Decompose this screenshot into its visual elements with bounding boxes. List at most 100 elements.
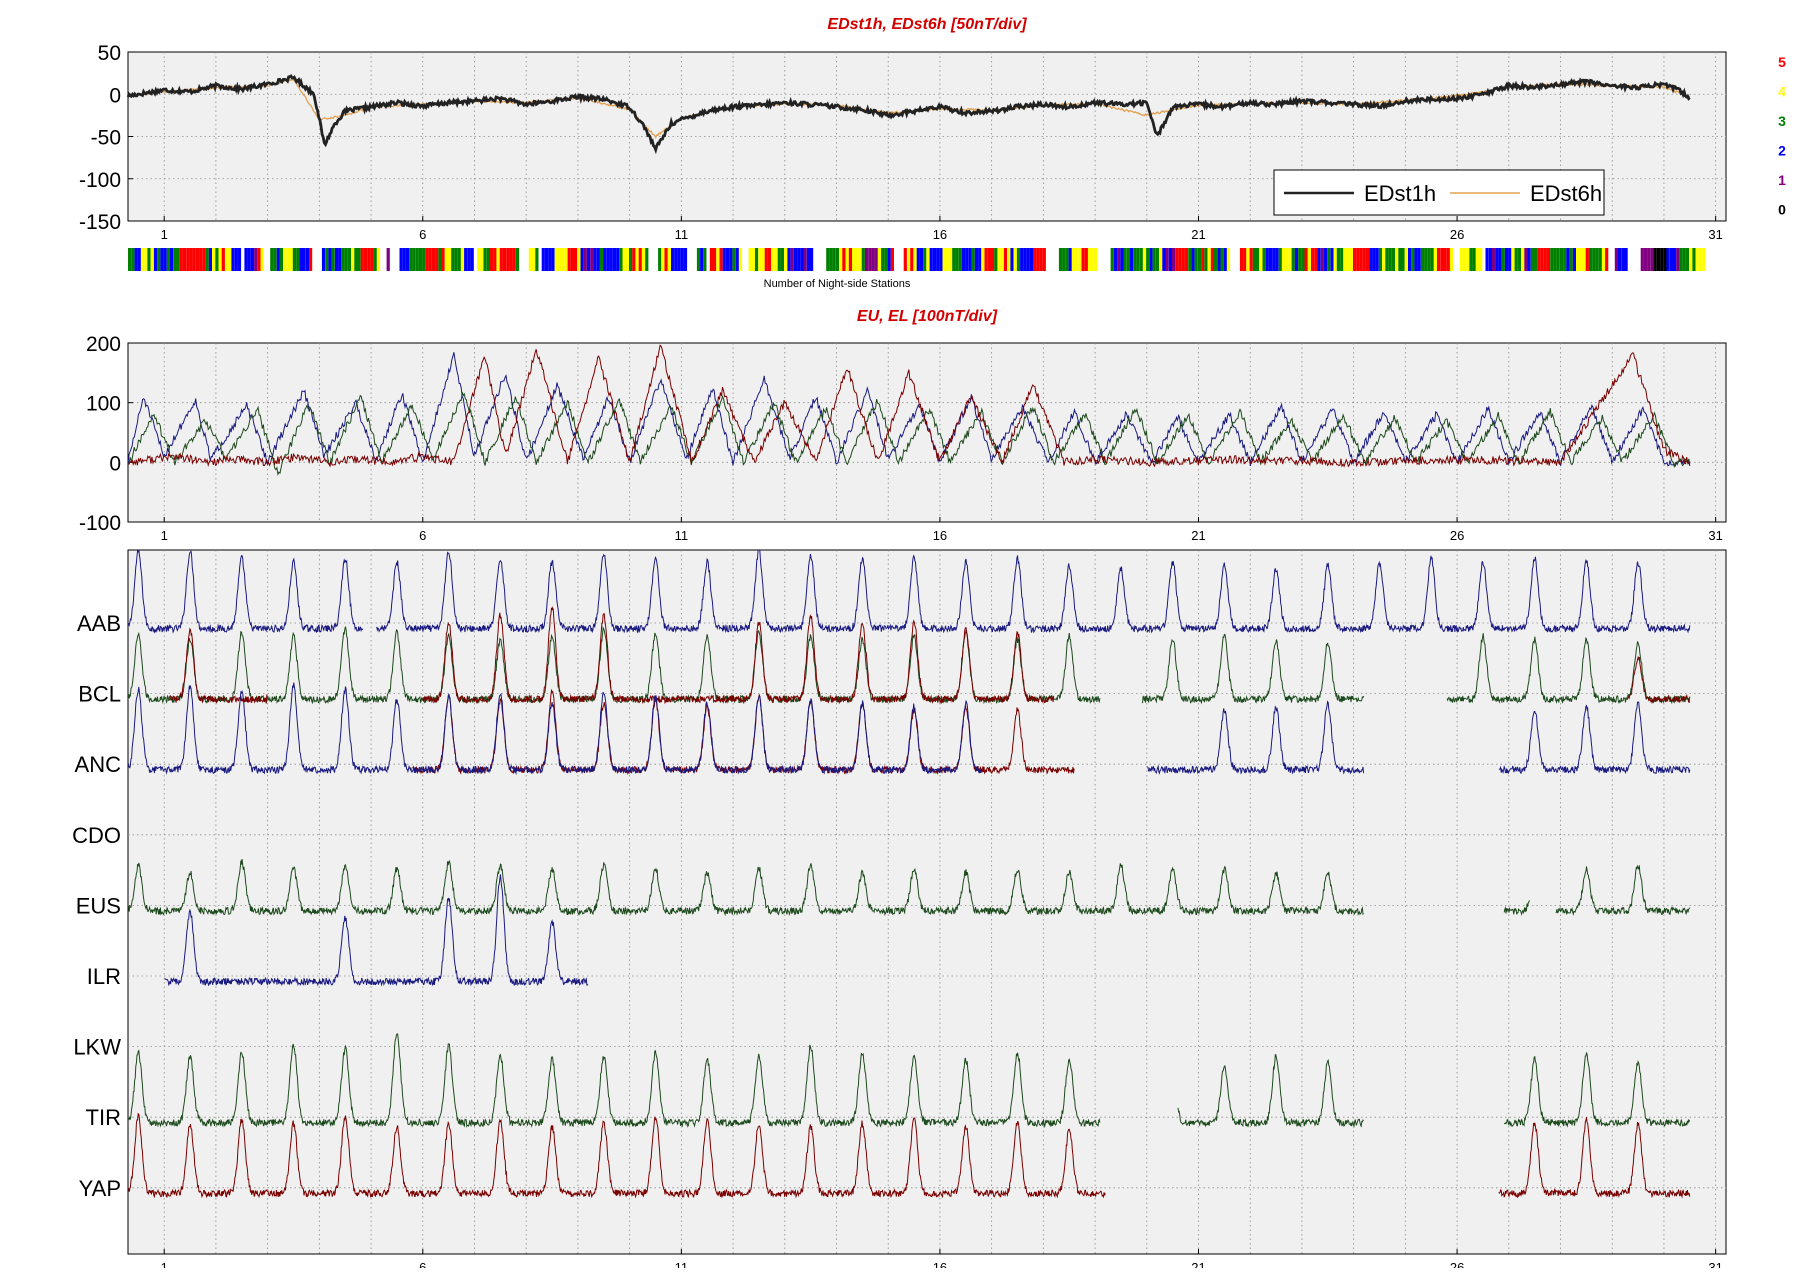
station-count-cell [422, 248, 426, 271]
station-count-cell [570, 248, 574, 271]
station-label: LKW [73, 1035, 121, 1060]
station-count-legend-2: 2 [1778, 143, 1786, 159]
station-count-cell [1343, 248, 1347, 271]
station-count-cell [1010, 248, 1014, 271]
legend-label-edst1h: EDst1h [1364, 181, 1436, 206]
station-count-cell [548, 248, 552, 271]
station-count-cell [1472, 248, 1476, 271]
station-count-cell [751, 248, 755, 271]
chart-svg: EDst1h, EDst6h [50nT/div]1 6 11 16 21 26 31500… [72, 16, 1786, 1273]
x-tick-label: 26 [1450, 528, 1464, 543]
station-count-cell [1640, 248, 1644, 271]
station-count-cell [1346, 248, 1350, 271]
station-count-cell [1162, 248, 1166, 271]
station-count-cell [1653, 248, 1657, 271]
station-count-cell [137, 248, 141, 271]
station-count-cell [535, 248, 539, 271]
station-count-cell [150, 248, 154, 271]
station-count-cell [1582, 248, 1586, 271]
station-count-cell [1165, 248, 1169, 271]
station-count-cell [1094, 248, 1098, 271]
station-count-cell [1191, 248, 1195, 271]
station-count-cell [257, 248, 261, 271]
station-count-cell [1398, 248, 1402, 271]
station-count-cell [664, 248, 668, 271]
station-count-cell [658, 248, 662, 271]
station-count-cell [1624, 248, 1628, 271]
station-count-cell [864, 248, 869, 271]
station-count-cell [1226, 248, 1231, 271]
station-label: ILR [87, 964, 121, 989]
station-count-cell [1692, 248, 1696, 271]
station-count-cell [913, 248, 917, 271]
station-count-cell [671, 248, 675, 271]
station-count-cell [1585, 248, 1589, 271]
stations-plot-area [127, 549, 1727, 1255]
station-count-cell [244, 248, 248, 271]
station-count-cell [305, 248, 309, 271]
station-count-cell [528, 248, 532, 271]
station-count-cell [234, 248, 238, 271]
station-count-cell [247, 248, 251, 271]
station-count-cell [1201, 248, 1205, 271]
station-count-cell [987, 248, 991, 271]
station-count-cell [1168, 248, 1172, 271]
station-count-cell [1311, 248, 1315, 271]
station-count-cell [493, 248, 497, 271]
station-count-cell [451, 248, 455, 271]
station-count-cell [1336, 248, 1340, 271]
station-count-cell [1498, 248, 1502, 271]
station-count-cell [1504, 248, 1509, 271]
station-count-cell [406, 248, 410, 271]
station-count-cell [496, 248, 500, 271]
station-count-cell [1385, 248, 1389, 271]
station-count-cell [810, 248, 814, 271]
station-count-cell [292, 248, 296, 271]
station-count-cell [945, 248, 949, 271]
station-count-cell [1298, 248, 1302, 271]
station-count-cell [412, 248, 416, 271]
station-count-cell [955, 248, 959, 271]
station-count-cell [435, 248, 439, 271]
station-count-cell [1065, 248, 1069, 271]
station-count-cell [228, 248, 232, 271]
station-count-cell [483, 248, 487, 271]
station-count-cell [515, 248, 520, 271]
station-count-cell [932, 248, 936, 271]
station-count-cell [590, 248, 594, 271]
station-count-cell [334, 248, 339, 271]
station-count-cell [1676, 248, 1680, 271]
station-count-cell [270, 248, 274, 271]
station-count-cell [593, 248, 597, 271]
station-count-cell [1685, 248, 1690, 271]
station-count-cell [1301, 248, 1305, 271]
station-count-cell [1262, 248, 1266, 271]
station-count-cell [532, 248, 536, 271]
station-count-cell [800, 248, 804, 271]
edst-legend: EDst1h EDst6h [1273, 169, 1605, 216]
station-count-cell [182, 248, 187, 271]
station-count-cell [1469, 248, 1473, 271]
station-count-cell [1621, 248, 1625, 271]
station-count-cell [1689, 248, 1693, 271]
station-count-cell [402, 248, 406, 271]
station-count-cell [577, 248, 581, 271]
station-count-cell [464, 248, 468, 271]
station-count-cell [221, 248, 225, 271]
station-count-cell [1356, 248, 1360, 271]
station-count-cell [289, 248, 293, 271]
station-count-cell [302, 248, 306, 271]
station-count-cell [1058, 248, 1063, 271]
station-count-cell [677, 248, 681, 271]
station-count-cell [254, 248, 258, 271]
station-count-cell [784, 248, 788, 271]
station-count-cell [632, 248, 636, 271]
station-count-cell [170, 248, 174, 271]
station-count-cell [1537, 248, 1541, 271]
station-count-cell [700, 248, 704, 271]
station-count-cell [1294, 248, 1298, 271]
station-count-cell [260, 248, 264, 271]
station-count-cell [978, 248, 982, 271]
station-count-cell [415, 248, 419, 271]
station-count-cell [1020, 248, 1024, 271]
